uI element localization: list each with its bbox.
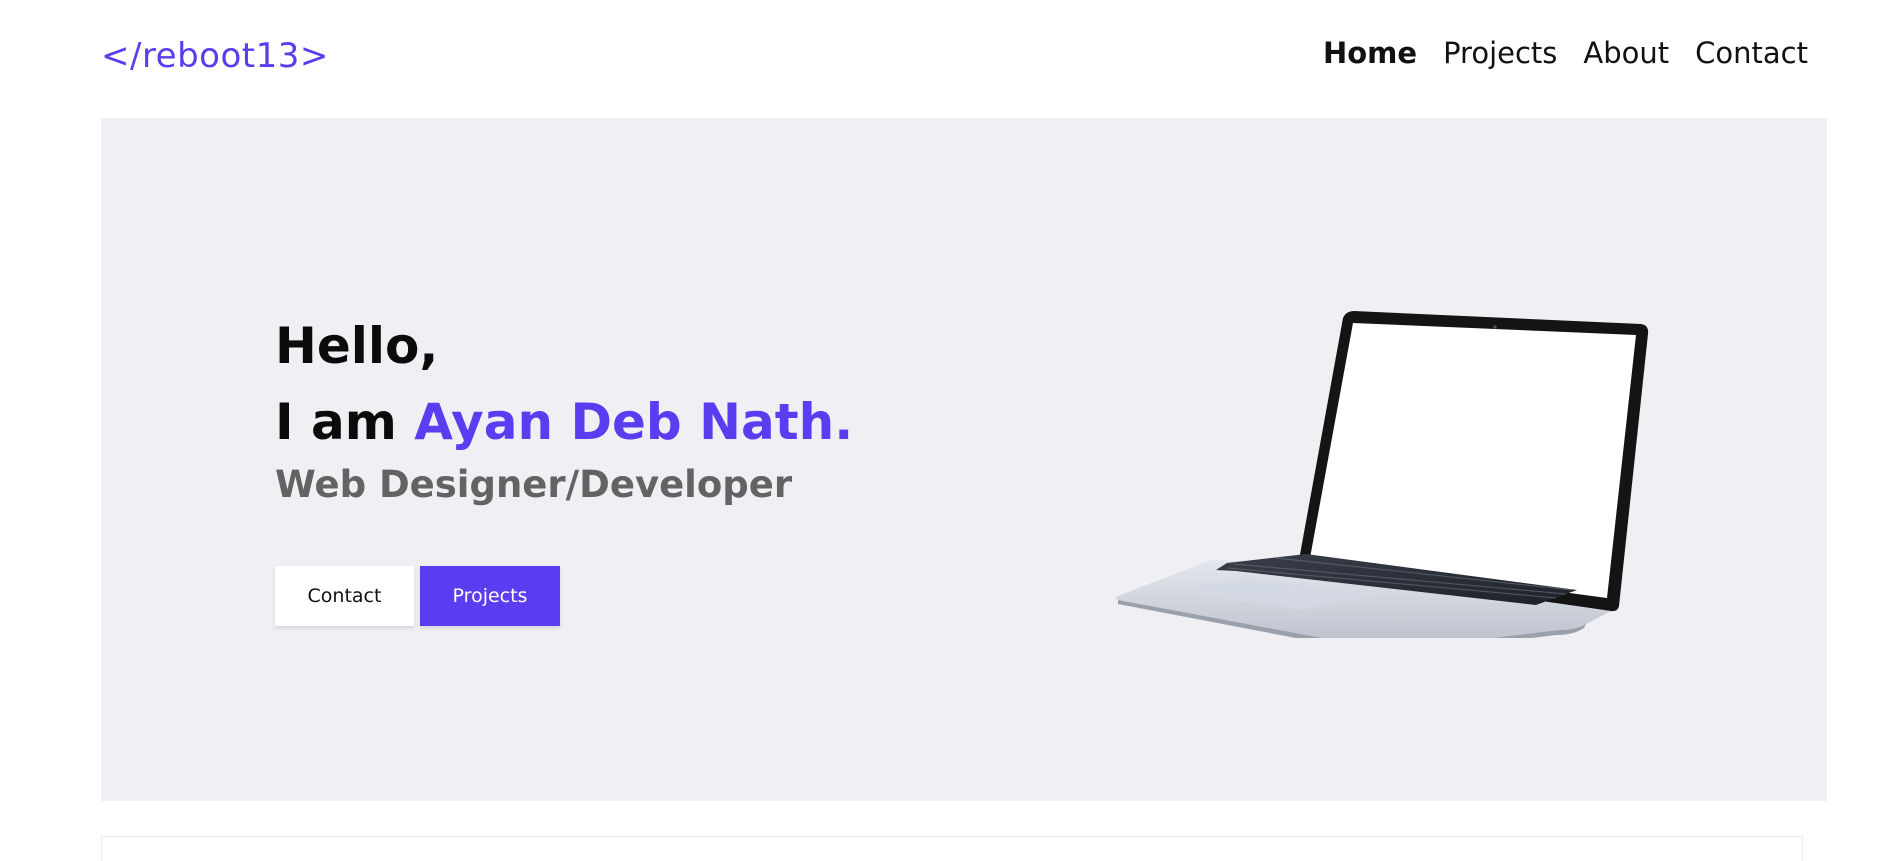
hero-greeting: Hello, [275, 317, 439, 375]
site-logo[interactable]: </reboot13> [101, 36, 329, 76]
next-section-card [101, 836, 1803, 861]
hero-section: Hello, I am Ayan Deb Nath. Web Designer/… [101, 118, 1827, 801]
nav-projects[interactable]: Projects [1443, 36, 1557, 70]
laptop-illustration [1116, 311, 1649, 638]
hero-buttons: Contact Projects [275, 566, 853, 626]
contact-button[interactable]: Contact [275, 566, 414, 626]
hero-text: Hello, I am Ayan Deb Nath. Web Designer/… [275, 308, 853, 626]
main-nav: Home Projects About Contact [1323, 36, 1808, 70]
portfolio-page: </reboot13> Home Projects About Contact … [0, 0, 1889, 861]
site-header: </reboot13> Home Projects About Contact [0, 0, 1889, 118]
nav-home[interactable]: Home [1323, 36, 1417, 70]
projects-button[interactable]: Projects [420, 566, 560, 626]
nav-contact[interactable]: Contact [1695, 36, 1808, 70]
hero-name: Ayan Deb Nath. [414, 393, 854, 451]
hero-intro-prefix: I am [275, 393, 415, 451]
hero-role: Web Designer/Developer [275, 463, 793, 506]
hero-name-line: I am Ayan Deb Nath. [275, 384, 853, 460]
nav-about[interactable]: About [1583, 36, 1669, 70]
